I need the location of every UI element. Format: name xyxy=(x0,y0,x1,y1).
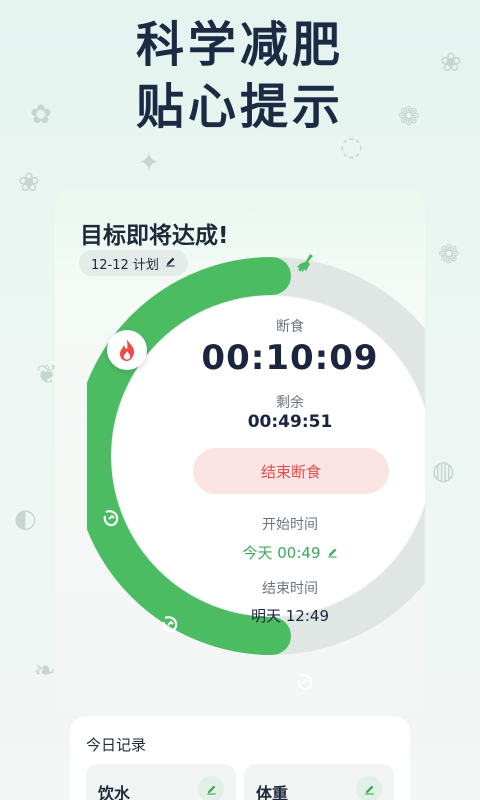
remaining-timer: 00:49:51 xyxy=(247,412,333,432)
end-fast-button[interactable]: 结束断食 xyxy=(193,448,389,494)
decor-food-icon: ✦ xyxy=(138,148,160,178)
decor-food-icon: ◐ xyxy=(14,504,37,534)
pencil-icon xyxy=(327,544,338,562)
stage-icon xyxy=(101,508,121,532)
fasting-label: 断食 xyxy=(276,319,304,335)
stage-icon xyxy=(295,672,315,696)
decor-food-icon: ◍ xyxy=(432,456,455,486)
fasting-timer: 00:10:09 xyxy=(201,338,379,378)
start-time-value: 今天 00:49 xyxy=(242,544,321,562)
decor-food-icon: ✿ xyxy=(30,100,52,130)
stage-icon xyxy=(160,614,180,638)
decor-food-icon: ❁ xyxy=(398,102,420,132)
pencil-icon[interactable] xyxy=(356,776,382,800)
end-time-label: 结束时间 xyxy=(262,581,318,597)
broom-icon[interactable] xyxy=(295,252,317,278)
fire-icon xyxy=(107,330,147,370)
water-label: 饮水 xyxy=(98,784,131,800)
today-records-card: 今日记录 饮水 体重 xyxy=(70,716,410,800)
start-time-row[interactable]: 今天 00:49 xyxy=(215,542,365,563)
decor-food-icon: ◌ xyxy=(340,132,363,162)
end-time-value: 明天 12:49 xyxy=(251,607,329,625)
weight-label: 体重 xyxy=(256,784,289,800)
remaining-label: 剩余 xyxy=(276,395,304,411)
water-record[interactable]: 饮水 xyxy=(86,764,236,800)
decor-food-icon: ❀ xyxy=(18,168,40,198)
pencil-icon[interactable] xyxy=(198,776,224,800)
weight-record[interactable]: 体重 xyxy=(244,764,394,800)
decor-food-icon: ❧ xyxy=(34,656,56,686)
decor-food-icon: ❀ xyxy=(440,48,462,78)
decor-food-icon: ❁ xyxy=(438,240,460,270)
hero-line-1: 科学减肥 xyxy=(135,17,344,73)
fasting-card: 目标即将达成! 12-12 计划 断食 00:10:09 剩余 00:49:51… xyxy=(55,186,425,746)
start-time-label: 开始时间 xyxy=(262,517,318,533)
goal-title: 目标即将达成! xyxy=(80,223,229,249)
records-title: 今日记录 xyxy=(86,736,147,754)
